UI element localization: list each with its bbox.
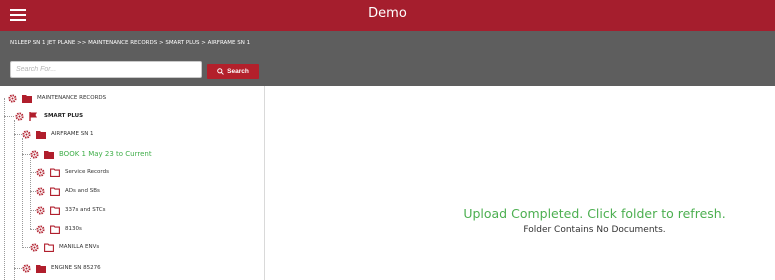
folder-filled-icon bbox=[36, 130, 46, 139]
folder-outline-icon bbox=[50, 168, 60, 177]
flag-icon bbox=[29, 111, 37, 121]
tree-node-manilla-envs[interactable]: MANILLA ENVs bbox=[30, 241, 99, 253]
gear-icon[interactable] bbox=[22, 263, 31, 273]
tree-node-label: 337s and STCs bbox=[65, 207, 106, 213]
tree-node-label: 8130s bbox=[65, 226, 82, 232]
tree-node-label: Service Records bbox=[65, 169, 109, 175]
tree-node-label: MANILLA ENVs bbox=[59, 244, 100, 250]
tree-connector bbox=[14, 268, 22, 269]
tree-node-label: MAINTENANCE RECORDS bbox=[37, 95, 107, 101]
folder-outline-icon bbox=[50, 187, 60, 196]
gear-icon[interactable] bbox=[36, 205, 45, 215]
tree-node-label: ENGINE SN 85276 bbox=[51, 265, 101, 271]
tree-connector bbox=[14, 134, 22, 135]
tree-connector bbox=[30, 158, 31, 229]
tree-connector bbox=[4, 98, 5, 280]
folder-outline-icon bbox=[44, 243, 54, 252]
folder-outline-icon bbox=[50, 225, 60, 234]
tree-node-label: AIRFRAME SN 1 bbox=[51, 131, 94, 137]
search-icon bbox=[217, 68, 224, 75]
tree-connector bbox=[22, 247, 30, 248]
breadcrumb[interactable]: N1LEEP SN 1 JET PLANE >> MAINTENANCE REC… bbox=[10, 40, 250, 46]
top-app-bar: Demo bbox=[0, 0, 775, 31]
app-title: Demo bbox=[368, 6, 407, 21]
tree-node-label: ADs and SBs bbox=[65, 188, 100, 194]
tree-connector bbox=[22, 154, 30, 155]
gear-icon[interactable] bbox=[30, 149, 39, 159]
search-button[interactable]: Search bbox=[207, 64, 259, 79]
tree-connector bbox=[4, 116, 14, 117]
folder-filled-icon bbox=[36, 264, 46, 273]
gear-icon[interactable] bbox=[8, 93, 17, 103]
folder-tree: MAINTENANCE RECORDS SMART PLUS AIRFRAME … bbox=[0, 86, 265, 280]
tree-node-label: SMART PLUS bbox=[44, 113, 84, 119]
tree-node-ads-and-sbs[interactable]: ADs and SBs bbox=[36, 185, 100, 197]
tree-node-maintenance-records[interactable]: MAINTENANCE RECORDS bbox=[8, 92, 106, 104]
tree-node-337s-and-stcs[interactable]: 337s and STCs bbox=[36, 204, 105, 216]
tree-connector bbox=[14, 120, 15, 280]
tree-node-smart-plus[interactable]: SMART PLUS bbox=[15, 110, 83, 122]
tree-node-airframe-sn-1[interactable]: AIRFRAME SN 1 bbox=[22, 128, 94, 140]
upload-status-message: Upload Completed. Click folder to refres… bbox=[463, 206, 726, 221]
document-pane: Upload Completed. Click folder to refres… bbox=[266, 86, 775, 280]
toolbar: N1LEEP SN 1 JET PLANE >> MAINTENANCE REC… bbox=[0, 31, 775, 86]
gear-icon[interactable] bbox=[36, 186, 45, 196]
search-input[interactable] bbox=[10, 61, 202, 78]
gear-icon[interactable] bbox=[36, 167, 45, 177]
gear-icon[interactable] bbox=[15, 111, 24, 121]
tree-node-label-selected: BOOK 1 May 23 to Current bbox=[59, 150, 152, 158]
folder-filled-icon bbox=[44, 150, 54, 159]
folder-outline-icon bbox=[50, 206, 60, 215]
tree-node-engine-sn-85276[interactable]: ENGINE SN 85276 bbox=[22, 262, 101, 274]
tree-node-book-1[interactable]: BOOK 1 May 23 to Current bbox=[30, 148, 152, 160]
gear-icon[interactable] bbox=[22, 129, 31, 139]
gear-icon[interactable] bbox=[30, 242, 39, 252]
empty-folder-message: Folder Contains No Documents. bbox=[523, 225, 666, 235]
folder-filled-icon bbox=[22, 94, 32, 103]
tree-node-8130s[interactable]: 8130s bbox=[36, 223, 82, 235]
search-button-label: Search bbox=[227, 68, 249, 75]
gear-icon[interactable] bbox=[36, 224, 45, 234]
tree-node-service-records[interactable]: Service Records bbox=[36, 166, 109, 178]
